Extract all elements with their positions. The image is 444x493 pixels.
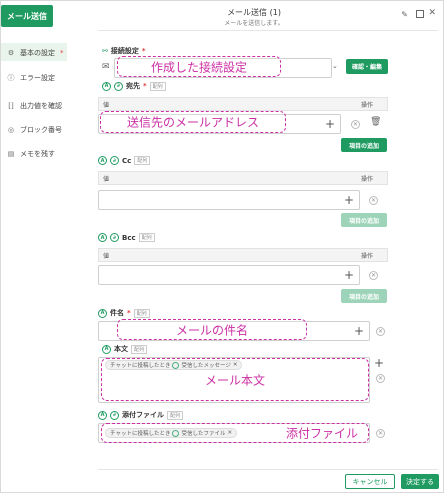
dialog-header: メール送信 (1) メールを送信します。 ✎ ✕ [98, 5, 438, 31]
annotation-body: メール本文 [101, 358, 369, 401]
required-mark: * [60, 49, 64, 57]
gear-icon: ⚙ [7, 49, 15, 57]
sidebar-item-label: ブロック番号 [20, 126, 62, 134]
plus-icon[interactable]: + [344, 269, 354, 281]
subject-label: A 件名 * 配列 [98, 308, 150, 318]
sidebar-item-label: 基本の設定 [20, 49, 55, 57]
to-label: A ∂ 宛先 * 配列 [102, 81, 166, 91]
close-icon[interactable]: ✕ [428, 8, 436, 18]
sidebar-item-label: 出力値を確認 [20, 102, 62, 110]
error-circle-icon: ⓘ [7, 74, 15, 82]
sidebar-item-block-number[interactable]: ◎ ブロック番号 [7, 125, 62, 135]
plus-icon[interactable]: + [374, 357, 384, 369]
cc-value-input[interactable] [98, 190, 360, 210]
number-circle-icon: ◎ [7, 126, 15, 134]
clear-icon[interactable]: ✕ [376, 429, 385, 438]
bcc-label: A ∂ Bcc 配列 [98, 233, 155, 242]
cc-label: A ∂ Cc 配列 [98, 156, 151, 165]
bcc-table-header: 値 操作 [98, 248, 388, 262]
type-tag: 配列 [149, 81, 166, 91]
to-add-item-button[interactable]: 項目の追加 [341, 138, 387, 152]
sidebar-item-label: エラー設定 [20, 74, 55, 82]
annotation-attachment: 添付ファイル [101, 423, 369, 443]
clear-icon[interactable]: ✕ [351, 120, 360, 129]
annotation-connection: 作成した接続設定 [117, 56, 281, 77]
sidebar-item-memo[interactable]: ▤ メモを残す [7, 149, 55, 159]
sidebar-item-label: メモを残す [20, 150, 55, 158]
page-title: メール送信 (1) [227, 8, 281, 17]
attachment-label: A ∂ 添付ファイル 配列 [98, 410, 184, 420]
variable-badge-icon: A [102, 81, 111, 91]
link-icon: ⚯ [102, 47, 108, 55]
brackets-icon: [] [8, 102, 14, 110]
pencil-icon[interactable]: ✎ [401, 10, 408, 19]
plus-icon[interactable]: + [325, 118, 335, 130]
mail-icon: ✉ [102, 62, 110, 72]
mail-send-button[interactable]: メール送信 [1, 5, 53, 27]
confirm-edit-button[interactable]: 確認・編集 [346, 59, 388, 74]
page-subtitle: メールを送信します。 [224, 20, 284, 27]
chevron-down-icon[interactable]: ⌄ [332, 62, 338, 70]
cc-table-header: 値 操作 [98, 171, 388, 185]
clear-icon[interactable]: ✕ [369, 196, 378, 205]
plus-icon[interactable]: + [344, 194, 354, 206]
clear-icon[interactable]: ✕ [376, 374, 385, 383]
dialog-frame: メール送信 ⚙ 基本の設定 * ⓘ エラー設定 [] 出力値を確認 ◎ ブロック番… [0, 0, 444, 493]
clear-icon[interactable]: ✕ [376, 327, 385, 336]
sidebar-item-check-output[interactable]: [] 出力値を確認 [7, 101, 62, 111]
trash-icon[interactable]: 🗑 [370, 117, 381, 127]
clear-icon[interactable]: ✕ [369, 271, 378, 280]
sidebar-item-basic-settings[interactable]: ⚙ 基本の設定 * [7, 48, 64, 58]
confirm-button[interactable]: 決定する [401, 474, 439, 489]
bcc-value-input[interactable] [98, 265, 360, 285]
annotation-to: 送信先のメールアドレス [100, 111, 286, 133]
plus-icon[interactable]: + [354, 325, 364, 337]
connection-label: ⚯ 接続設定 * [102, 47, 146, 55]
expand-icon[interactable] [416, 10, 424, 18]
cancel-button[interactable]: キャンセル [345, 474, 395, 489]
link-badge-icon: ∂ [114, 81, 123, 91]
sidebar-item-error-settings[interactable]: ⓘ エラー設定 [7, 73, 56, 83]
bcc-add-item-button[interactable]: 項目の追加 [341, 289, 387, 303]
cc-add-item-button[interactable]: 項目の追加 [341, 213, 387, 227]
to-table-header: 値 操作 [98, 97, 388, 111]
annotation-subject: メールの件名 [117, 319, 307, 340]
memo-icon: ▤ [7, 150, 15, 158]
body-label: A 本文 配列 [102, 344, 148, 354]
